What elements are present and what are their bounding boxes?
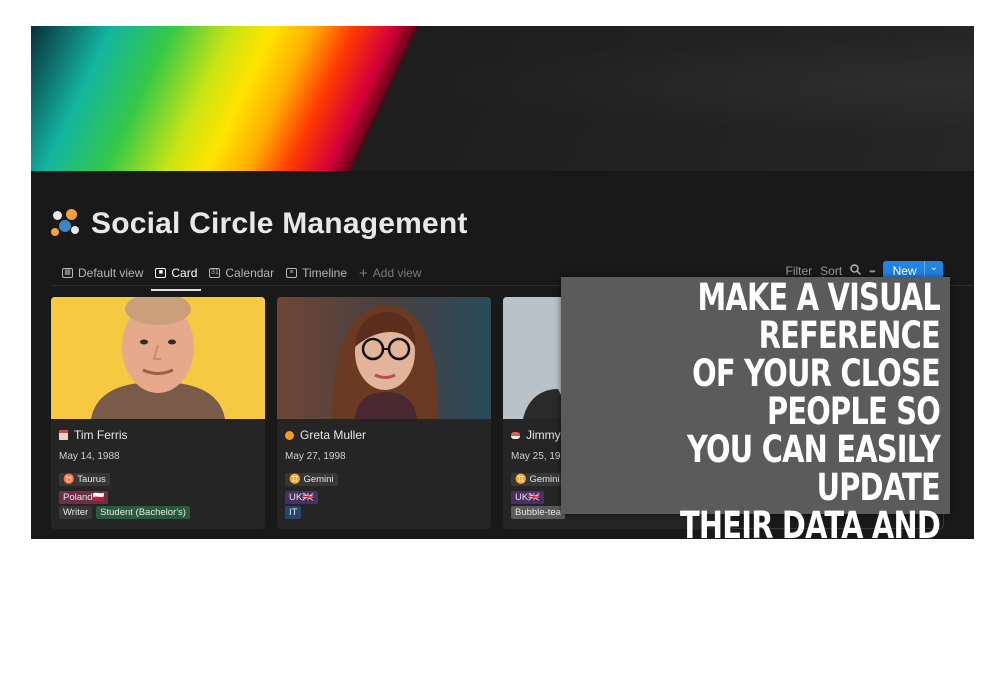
plus-icon: +	[359, 264, 368, 282]
gallery-card[interactable]: Tim Ferris May 14, 1988 ♉ Taurus Poland🇵…	[51, 297, 265, 529]
orange-circle-icon	[285, 430, 294, 440]
promo-line: DETAILS	[812, 656, 941, 699]
hobby-tag: Bubble-tea	[511, 506, 565, 519]
card-photo	[277, 297, 491, 419]
occupation-tag: Student (Bachelor's)	[96, 506, 190, 519]
promo-overlay: MAKE A VISUAL REFERENCE OF YOUR CLOSE PE…	[561, 277, 950, 697]
country-tag: UK🇬🇧	[511, 491, 545, 504]
country-tag: UK🇬🇧	[285, 491, 319, 504]
birthday-date: May 27, 1998	[285, 451, 346, 462]
more-options-button[interactable]: •••	[869, 267, 875, 276]
occupation-tag: IT	[285, 506, 302, 519]
promo-line: THEIR DATA AND REMIND	[680, 504, 941, 585]
zodiac-tag: ♊ Gemini	[511, 473, 564, 486]
gallery-icon: ■	[155, 268, 167, 278]
notepad-icon	[59, 430, 68, 440]
card-name: Jimmy	[526, 428, 561, 442]
promo-line: MAKE A VISUAL REFERENCE	[697, 276, 940, 357]
view-tabs: ▦ Default view ■ Card 31 Calendar ≡ Time…	[56, 261, 427, 291]
birthday-date: May 14, 1988	[59, 451, 120, 462]
occupation-tag: Writer	[59, 506, 93, 519]
zodiac-tag: ♊ Gemini	[285, 473, 338, 486]
card-title[interactable]: Jimmy	[511, 428, 561, 442]
table-icon: ▦	[62, 268, 73, 278]
card-name: Greta Muller	[300, 428, 367, 442]
gallery-card[interactable]: Greta Muller May 27, 1998 ♊ Gemini UK🇬🇧 …	[277, 297, 491, 529]
tab-label: Default view	[78, 266, 144, 280]
card-photo	[51, 297, 265, 419]
tab-default-view[interactable]: ▦ Default view	[56, 261, 149, 285]
promo-line: YOU CAN EASILY UPDATE	[686, 428, 941, 509]
promo-text: MAKE A VISUAL REFERENCE OF YOUR CLOSE PE…	[566, 276, 941, 699]
tab-label: Calendar	[225, 266, 275, 280]
tab-label: Card	[171, 266, 198, 280]
page-title[interactable]: Social Circle Management	[91, 207, 468, 241]
card-title[interactable]: Tim Ferris	[59, 428, 128, 442]
add-view-button[interactable]: + Add view	[353, 261, 427, 285]
birthday-date: May 25, 199	[511, 451, 567, 462]
card-title[interactable]: Greta Muller	[285, 428, 366, 442]
country-tag: Poland🇵🇱	[59, 491, 109, 504]
card-name: Tim Ferris	[74, 428, 128, 442]
promo-line: OF YOUR CLOSE PEOPLE SO	[692, 352, 941, 433]
title-row: Social Circle Management	[51, 207, 468, 241]
tab-calendar[interactable]: 31 Calendar	[203, 261, 280, 285]
timeline-icon: ≡	[286, 268, 298, 278]
tab-card[interactable]: ■ Card	[149, 261, 203, 291]
sushi-icon	[511, 431, 520, 439]
zodiac-tag: ♉ Taurus	[59, 473, 110, 486]
cover-image[interactable]	[31, 26, 974, 171]
promo-line: YOURSELF OF IMPORTANT	[725, 580, 941, 661]
tab-label: Timeline	[302, 266, 347, 280]
add-view-label: Add view	[372, 266, 422, 280]
calendar-icon: 31	[209, 268, 221, 278]
bubbles-icon[interactable]	[51, 209, 81, 239]
tab-timeline[interactable]: ≡ Timeline	[280, 261, 353, 285]
